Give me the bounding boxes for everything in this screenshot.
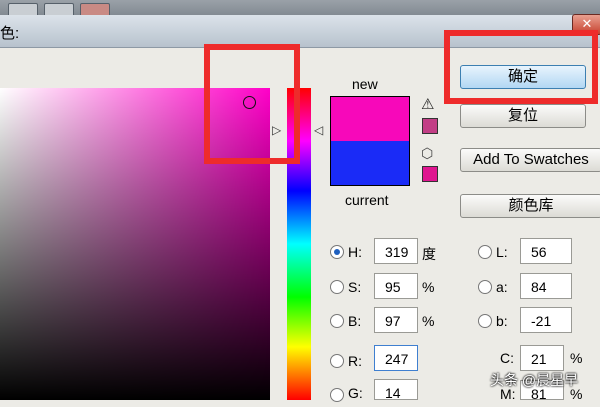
g-label: G: — [348, 385, 363, 401]
r-label: R: — [348, 353, 362, 369]
current-color-swatch[interactable] — [331, 141, 409, 185]
c-input[interactable]: 21 — [520, 345, 564, 371]
lab-b-radio[interactable] — [478, 314, 492, 328]
cube-icon: ⬡ — [421, 145, 434, 161]
color-swatch — [330, 96, 410, 186]
warning-icon: ⚠ — [421, 96, 435, 113]
current-label: current — [345, 192, 389, 208]
reset-button[interactable]: 复位 — [460, 104, 586, 128]
b-unit: % — [422, 313, 435, 329]
lab-b-label: b: — [496, 313, 508, 329]
b-label: B: — [348, 313, 362, 329]
h-radio[interactable] — [330, 245, 344, 259]
ok-button[interactable]: 确定 — [460, 65, 586, 89]
a-input[interactable]: 84 — [520, 273, 572, 299]
a-radio[interactable] — [478, 280, 492, 294]
r-input[interactable]: 247 — [374, 345, 418, 371]
new-label: new — [352, 76, 378, 92]
h-unit: 度 — [422, 246, 436, 262]
r-radio[interactable] — [330, 354, 344, 368]
add-to-swatches-button[interactable]: Add To Swatches — [460, 148, 600, 172]
g-input[interactable]: 14 — [374, 379, 418, 401]
lab-b-input[interactable]: -21 — [520, 307, 572, 333]
c-unit: % — [570, 350, 583, 366]
h-input[interactable]: 319 — [374, 238, 418, 264]
web-safe-swatch[interactable] — [422, 166, 438, 182]
s-label: S: — [348, 279, 362, 295]
watermark: 头条 @晨星早 — [490, 372, 579, 388]
s-radio[interactable] — [330, 280, 344, 294]
highlight-box-picker — [204, 44, 300, 164]
l-input[interactable]: 56 — [520, 238, 572, 264]
new-color-swatch — [331, 97, 409, 141]
gamut-swatch[interactable] — [422, 118, 438, 134]
l-label: L: — [496, 244, 508, 260]
h-label: H: — [348, 244, 362, 260]
b-input[interactable]: 97 — [374, 307, 418, 333]
dialog-title: 色: — [0, 25, 20, 42]
c-label: C: — [500, 350, 514, 366]
b-radio[interactable] — [330, 314, 344, 328]
s-unit: % — [422, 279, 435, 295]
color-libraries-button[interactable]: 颜色库 — [460, 194, 600, 218]
l-radio[interactable] — [478, 245, 492, 259]
s-input[interactable]: 95 — [374, 273, 418, 299]
a-label: a: — [496, 279, 508, 295]
hue-slider-right-arrow-icon[interactable]: ◁ — [314, 123, 323, 137]
